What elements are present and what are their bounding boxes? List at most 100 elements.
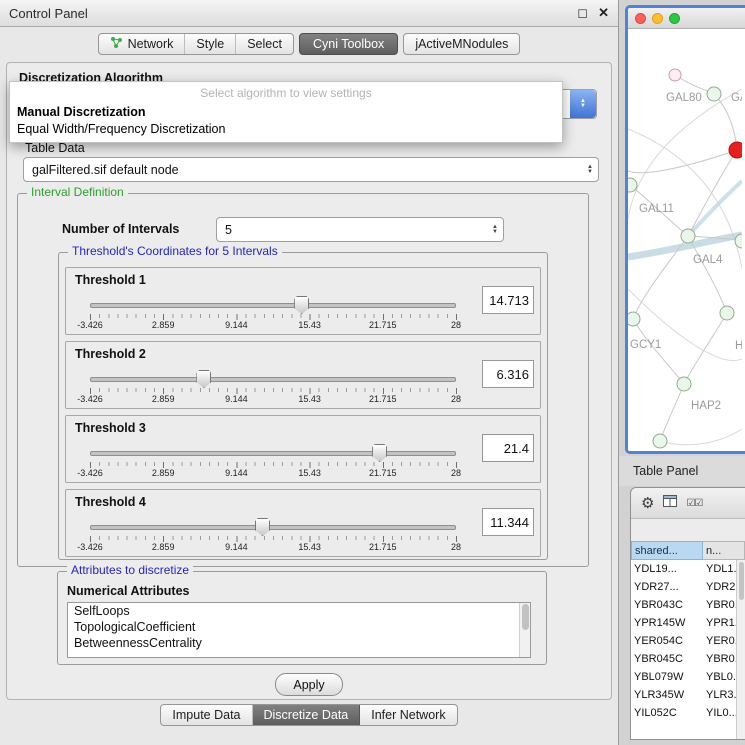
tab-jactivemnodules[interactable]: jActiveMNodules <box>404 34 519 54</box>
network-node[interactable] <box>720 306 734 320</box>
minimize-traffic-light-icon[interactable] <box>652 13 663 24</box>
tab-style[interactable]: Style <box>185 34 236 54</box>
slider-track[interactable] <box>90 451 456 456</box>
network-canvas[interactable]: GAL80 GA GAL11 GAL4 GCY1 H HAP2 <box>628 29 745 451</box>
table-row[interactable]: YBR043CYBR0... <box>631 596 745 614</box>
threshold-4-value-input[interactable] <box>482 508 534 536</box>
table-scrollbar[interactable] <box>736 560 745 740</box>
threshold-1-value-input[interactable] <box>482 286 534 314</box>
tab-cyni-toolbox[interactable]: Cyni Toolbox <box>299 33 398 55</box>
table-body[interactable]: YDL19...YDL1...YDR27...YDR2...YBR043CYBR… <box>631 560 745 740</box>
slider-track[interactable] <box>90 525 456 530</box>
tick-label: -3.426 <box>77 320 103 330</box>
tick-label: 28 <box>451 468 461 478</box>
popup-item-manual-discretization[interactable]: Manual Discretization <box>10 103 562 120</box>
network-node-selected[interactable] <box>729 142 742 158</box>
table-panel-window: ⚙ ☑☑ shared... n... YDL19...YDL1...YDR27… <box>630 487 745 740</box>
column-header-name[interactable]: n... <box>703 541 745 560</box>
network-node[interactable] <box>653 434 667 448</box>
tab-impute-data[interactable]: Impute Data <box>161 705 252 725</box>
gear-icon[interactable]: ⚙ <box>641 496 654 511</box>
tab-jactive-group: jActiveMNodules <box>403 33 520 55</box>
threshold-2-slider-thumb[interactable] <box>196 370 211 388</box>
table-row[interactable]: YLR345WYLR3... <box>631 686 745 704</box>
tick-label: 28 <box>451 320 461 330</box>
network-node[interactable] <box>707 87 721 101</box>
threshold-1-slider-thumb[interactable] <box>294 296 309 314</box>
network-node[interactable] <box>628 312 640 326</box>
table-cell: YER054C <box>631 635 703 647</box>
table-row[interactable]: YDL19...YDL1... <box>631 560 745 578</box>
list-scrollbar[interactable] <box>519 603 530 657</box>
threshold-4-slider-thumb[interactable] <box>255 518 270 536</box>
tick-label: 2.859 <box>152 320 175 330</box>
threshold-2-value-input[interactable] <box>482 360 534 388</box>
threshold-1-slider[interactable] <box>90 296 456 314</box>
table-toolbar: ⚙ ☑☑ <box>631 488 745 519</box>
tab-network-label: Network <box>128 37 174 51</box>
threshold-3-slider[interactable] <box>90 444 456 462</box>
number-of-intervals-value: 5 <box>225 223 232 237</box>
list-item[interactable]: TopologicalCoefficient <box>68 619 530 635</box>
top-tab-bar: Network Style Select Cyni Toolbox jActiv… <box>0 33 618 55</box>
threshold-3-panel: Threshold 3 -3.4262.8599.14415.4321.7152… <box>65 415 541 483</box>
table-row[interactable]: YBR045CYBR0... <box>631 650 745 668</box>
node-label-hap2: HAP2 <box>691 400 721 412</box>
tab-style-label: Style <box>196 37 224 51</box>
window-title: Control Panel <box>9 6 567 21</box>
table-toolbar-spacer <box>631 519 745 541</box>
table-row[interactable]: YBL079WYBL0... <box>631 668 745 686</box>
network-node[interactable] <box>681 229 695 243</box>
tab-infer-network[interactable]: Infer Network <box>360 705 456 725</box>
threshold-3-slider-thumb[interactable] <box>372 444 387 462</box>
numerical-attributes-listbox[interactable]: SelfLoopsTopologicalCoefficientBetweenne… <box>67 602 531 658</box>
table-scrollbar-thumb[interactable] <box>739 562 744 600</box>
threshold-4-slider[interactable] <box>90 518 456 536</box>
slider-tick-labels: -3.4262.8599.14415.4321.71528 <box>90 542 456 553</box>
network-node[interactable] <box>677 377 691 391</box>
table-panel-title: Table Panel <box>633 464 698 478</box>
network-icon <box>110 36 123 52</box>
close-traffic-light-icon[interactable] <box>635 13 646 24</box>
popup-header: Select algorithm to view settings <box>10 82 562 103</box>
list-scrollbar-thumb[interactable] <box>522 604 529 630</box>
table-row[interactable]: YPR145WYPR1... <box>631 614 745 632</box>
node-label-gcy1: GCY1 <box>630 339 661 351</box>
network-node[interactable] <box>669 69 681 81</box>
number-of-intervals-combobox[interactable]: 5 ▲▼ <box>216 217 504 242</box>
table-row[interactable]: YDR27...YDR2... <box>631 578 745 596</box>
close-icon[interactable]: ✕ <box>598 5 609 21</box>
table-row[interactable]: YER054CYER0... <box>631 632 745 650</box>
tick-label: 9.144 <box>225 468 248 478</box>
combo-arrows-icon[interactable]: ▲▼ <box>582 165 598 175</box>
combo-arrows-icon[interactable]: ▲▼ <box>487 225 503 235</box>
table-row[interactable]: YIL052CYIL0... <box>631 704 745 722</box>
apply-button[interactable]: Apply <box>275 673 343 696</box>
table-data-combobox[interactable]: galFiltered.sif default node ▲▼ <box>23 157 599 182</box>
attributes-legend: Attributes to discretize <box>67 563 193 577</box>
tab-select[interactable]: Select <box>236 34 293 54</box>
slider-track[interactable] <box>90 377 456 382</box>
columns-icon[interactable] <box>663 494 677 512</box>
algorithm-dropdown-popup: Select algorithm to view settings Manual… <box>9 81 563 143</box>
zoom-traffic-light-icon[interactable] <box>669 13 680 24</box>
threshold-3-label: Threshold 3 <box>75 421 146 435</box>
list-item[interactable]: SelfLoops <box>68 603 530 619</box>
table-cell: YDR27... <box>631 581 703 593</box>
network-node[interactable] <box>628 178 637 192</box>
threshold-2-label: Threshold 2 <box>75 347 146 361</box>
minimize-icon[interactable]: ◻ <box>577 5 588 21</box>
tick-label: 2.859 <box>152 542 175 552</box>
popup-item-equal-width[interactable]: Equal Width/Frequency Discretization <box>10 120 562 137</box>
select-columns-icon[interactable]: ☑☑ <box>686 498 702 509</box>
threshold-2-slider[interactable] <box>90 370 456 388</box>
column-header-shared[interactable]: shared... <box>631 541 703 560</box>
table-rows: YDL19...YDL1...YDR27...YDR2...YBR043CYBR… <box>631 560 745 722</box>
list-item[interactable]: BetweennessCentrality <box>68 635 530 651</box>
combo-arrows-icon[interactable]: ▲▼ <box>570 90 596 118</box>
thresholds-group: Threshold's Coordinates for 5 Intervals … <box>58 252 548 560</box>
slider-track[interactable] <box>90 303 456 308</box>
threshold-3-value-input[interactable] <box>482 434 534 462</box>
tab-network[interactable]: Network <box>99 34 186 54</box>
tab-discretize-data[interactable]: Discretize Data <box>253 705 361 725</box>
